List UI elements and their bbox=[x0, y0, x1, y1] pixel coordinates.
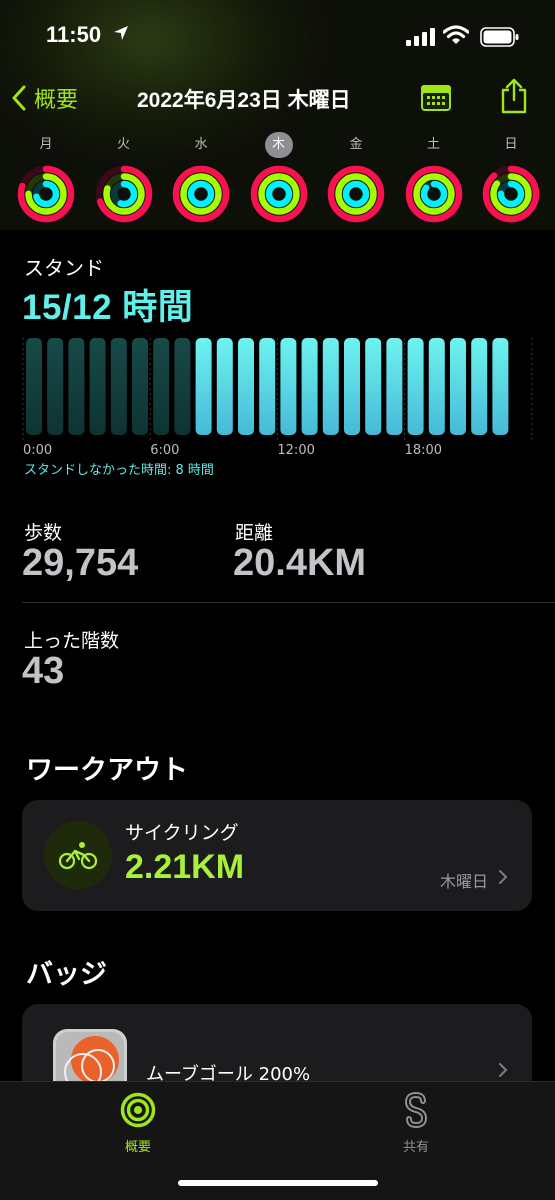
stand-hour-bar bbox=[344, 338, 360, 435]
activity-rings-icon bbox=[327, 165, 385, 223]
floors-label: 上った階数 bbox=[24, 630, 120, 652]
stand-hour-bar bbox=[216, 338, 233, 435]
day-1[interactable]: 火 bbox=[94, 132, 154, 224]
back-button[interactable]: 概要 bbox=[12, 82, 78, 114]
status-time: 11:50 bbox=[46, 22, 102, 47]
calendar-button[interactable] bbox=[420, 84, 452, 116]
floors-value: 43 bbox=[22, 650, 65, 692]
day-label: 水 bbox=[194, 137, 208, 152]
steps-label: 歩数 bbox=[24, 522, 63, 544]
distance-label: 距離 bbox=[235, 522, 274, 544]
stand-x-tick-label: 6:00 bbox=[150, 443, 179, 458]
share-button[interactable] bbox=[500, 78, 528, 118]
stand-hour-bar bbox=[365, 338, 382, 435]
day-label: 月 bbox=[39, 137, 53, 152]
badges-section-title: バッジ bbox=[26, 959, 107, 990]
location-arrow-icon bbox=[114, 26, 128, 40]
sharing-s-icon bbox=[404, 1091, 428, 1129]
day-4[interactable]: 金 bbox=[326, 132, 386, 224]
chevron-left-icon bbox=[12, 85, 26, 111]
page-title: 2022年6月23日 木曜日 bbox=[137, 89, 351, 112]
divider bbox=[22, 602, 555, 603]
day-label: 土 bbox=[426, 137, 440, 152]
stand-hour-bar bbox=[195, 338, 212, 435]
workout-distance: 2.21KM bbox=[125, 848, 245, 886]
tab-sharing[interactable]: 共有 bbox=[371, 1091, 461, 1155]
stand-hourly-chart: 0:00 6:00 12:00 18:00 bbox=[22, 338, 533, 458]
day-6[interactable]: 日 bbox=[481, 132, 541, 224]
stand-hour-bar bbox=[110, 338, 127, 435]
home-indicator bbox=[178, 1180, 378, 1186]
distance-value: 20.4KM bbox=[233, 542, 367, 584]
day-3[interactable]: 木 bbox=[249, 132, 309, 224]
battery-icon bbox=[480, 27, 519, 47]
status-bar: 11:50 bbox=[0, 0, 555, 70]
stand-value: 15/12 時間 bbox=[22, 288, 194, 327]
activity-rings-icon bbox=[482, 165, 540, 223]
stand-hour-bar bbox=[322, 338, 339, 435]
day-label: 金 bbox=[349, 137, 363, 152]
workouts-section-title: ワークアウト bbox=[26, 755, 188, 786]
back-button-label: 概要 bbox=[34, 88, 79, 113]
stand-title: スタンド bbox=[24, 256, 104, 280]
stand-hour-bar bbox=[492, 338, 509, 435]
stand-hour-bar bbox=[26, 338, 42, 435]
steps-value: 29,754 bbox=[22, 542, 139, 584]
stand-hour-bar bbox=[89, 338, 106, 435]
week-selector: 月火水木金土日 bbox=[0, 132, 555, 227]
day-5[interactable]: 土 bbox=[404, 132, 464, 224]
chevron-right-icon bbox=[499, 1063, 508, 1077]
cycling-icon bbox=[58, 842, 98, 870]
day-label: 日 bbox=[504, 137, 518, 152]
stand-x-tick-label: 0:00 bbox=[23, 443, 52, 458]
activity-rings-icon bbox=[172, 165, 230, 223]
cellular-signal-icon bbox=[406, 28, 435, 46]
stand-hour-bar bbox=[471, 338, 488, 435]
activity-rings-icon bbox=[17, 165, 75, 223]
stand-hour-bar bbox=[153, 338, 170, 435]
activity-rings-icon bbox=[95, 165, 152, 223]
workout-day: 木曜日 bbox=[440, 872, 489, 891]
day-label: 木 bbox=[264, 132, 293, 158]
wifi-icon bbox=[443, 25, 469, 44]
activity-rings-tab-icon bbox=[120, 1092, 156, 1128]
stand-hour-bar bbox=[238, 338, 254, 435]
stand-hour-bar bbox=[68, 338, 85, 435]
tab-sharing-label: 共有 bbox=[402, 1140, 429, 1155]
activity-rings-icon bbox=[250, 165, 307, 223]
share-icon bbox=[501, 78, 527, 114]
stand-hour-bar bbox=[301, 338, 318, 435]
tab-summary-label: 概要 bbox=[124, 1140, 151, 1155]
stand-x-tick-label: 12:00 bbox=[277, 443, 314, 458]
stand-x-tick-label: 18:00 bbox=[405, 443, 442, 458]
stand-hour-bar bbox=[174, 338, 191, 435]
stand-hour-bar bbox=[259, 338, 276, 435]
navigation-bar: 概要 2022年6月23日 木曜日 bbox=[0, 78, 555, 122]
calendar-icon bbox=[421, 85, 451, 111]
day-2[interactable]: 水 bbox=[171, 132, 231, 224]
day-label: 火 bbox=[116, 137, 130, 152]
activity-rings-icon bbox=[405, 165, 462, 223]
tab-summary[interactable]: 概要 bbox=[93, 1092, 183, 1155]
stand-note: スタンドしなかった時間: 8 時間 bbox=[24, 463, 214, 478]
workout-card-cycling[interactable]: サイクリング 2.21KM 木曜日 bbox=[22, 800, 532, 911]
workout-icon-circle bbox=[44, 821, 112, 889]
stand-hour-bar bbox=[47, 338, 64, 435]
stand-hour-bar bbox=[407, 338, 424, 435]
stand-hour-bar bbox=[132, 338, 148, 435]
stand-hour-bar bbox=[386, 338, 403, 435]
workout-name: サイクリング bbox=[125, 822, 239, 844]
stand-hour-bar bbox=[450, 338, 466, 435]
stand-hour-bar bbox=[280, 338, 297, 435]
stand-hour-bar bbox=[428, 338, 445, 435]
chevron-right-icon bbox=[499, 870, 508, 884]
day-0[interactable]: 月 bbox=[16, 132, 76, 224]
